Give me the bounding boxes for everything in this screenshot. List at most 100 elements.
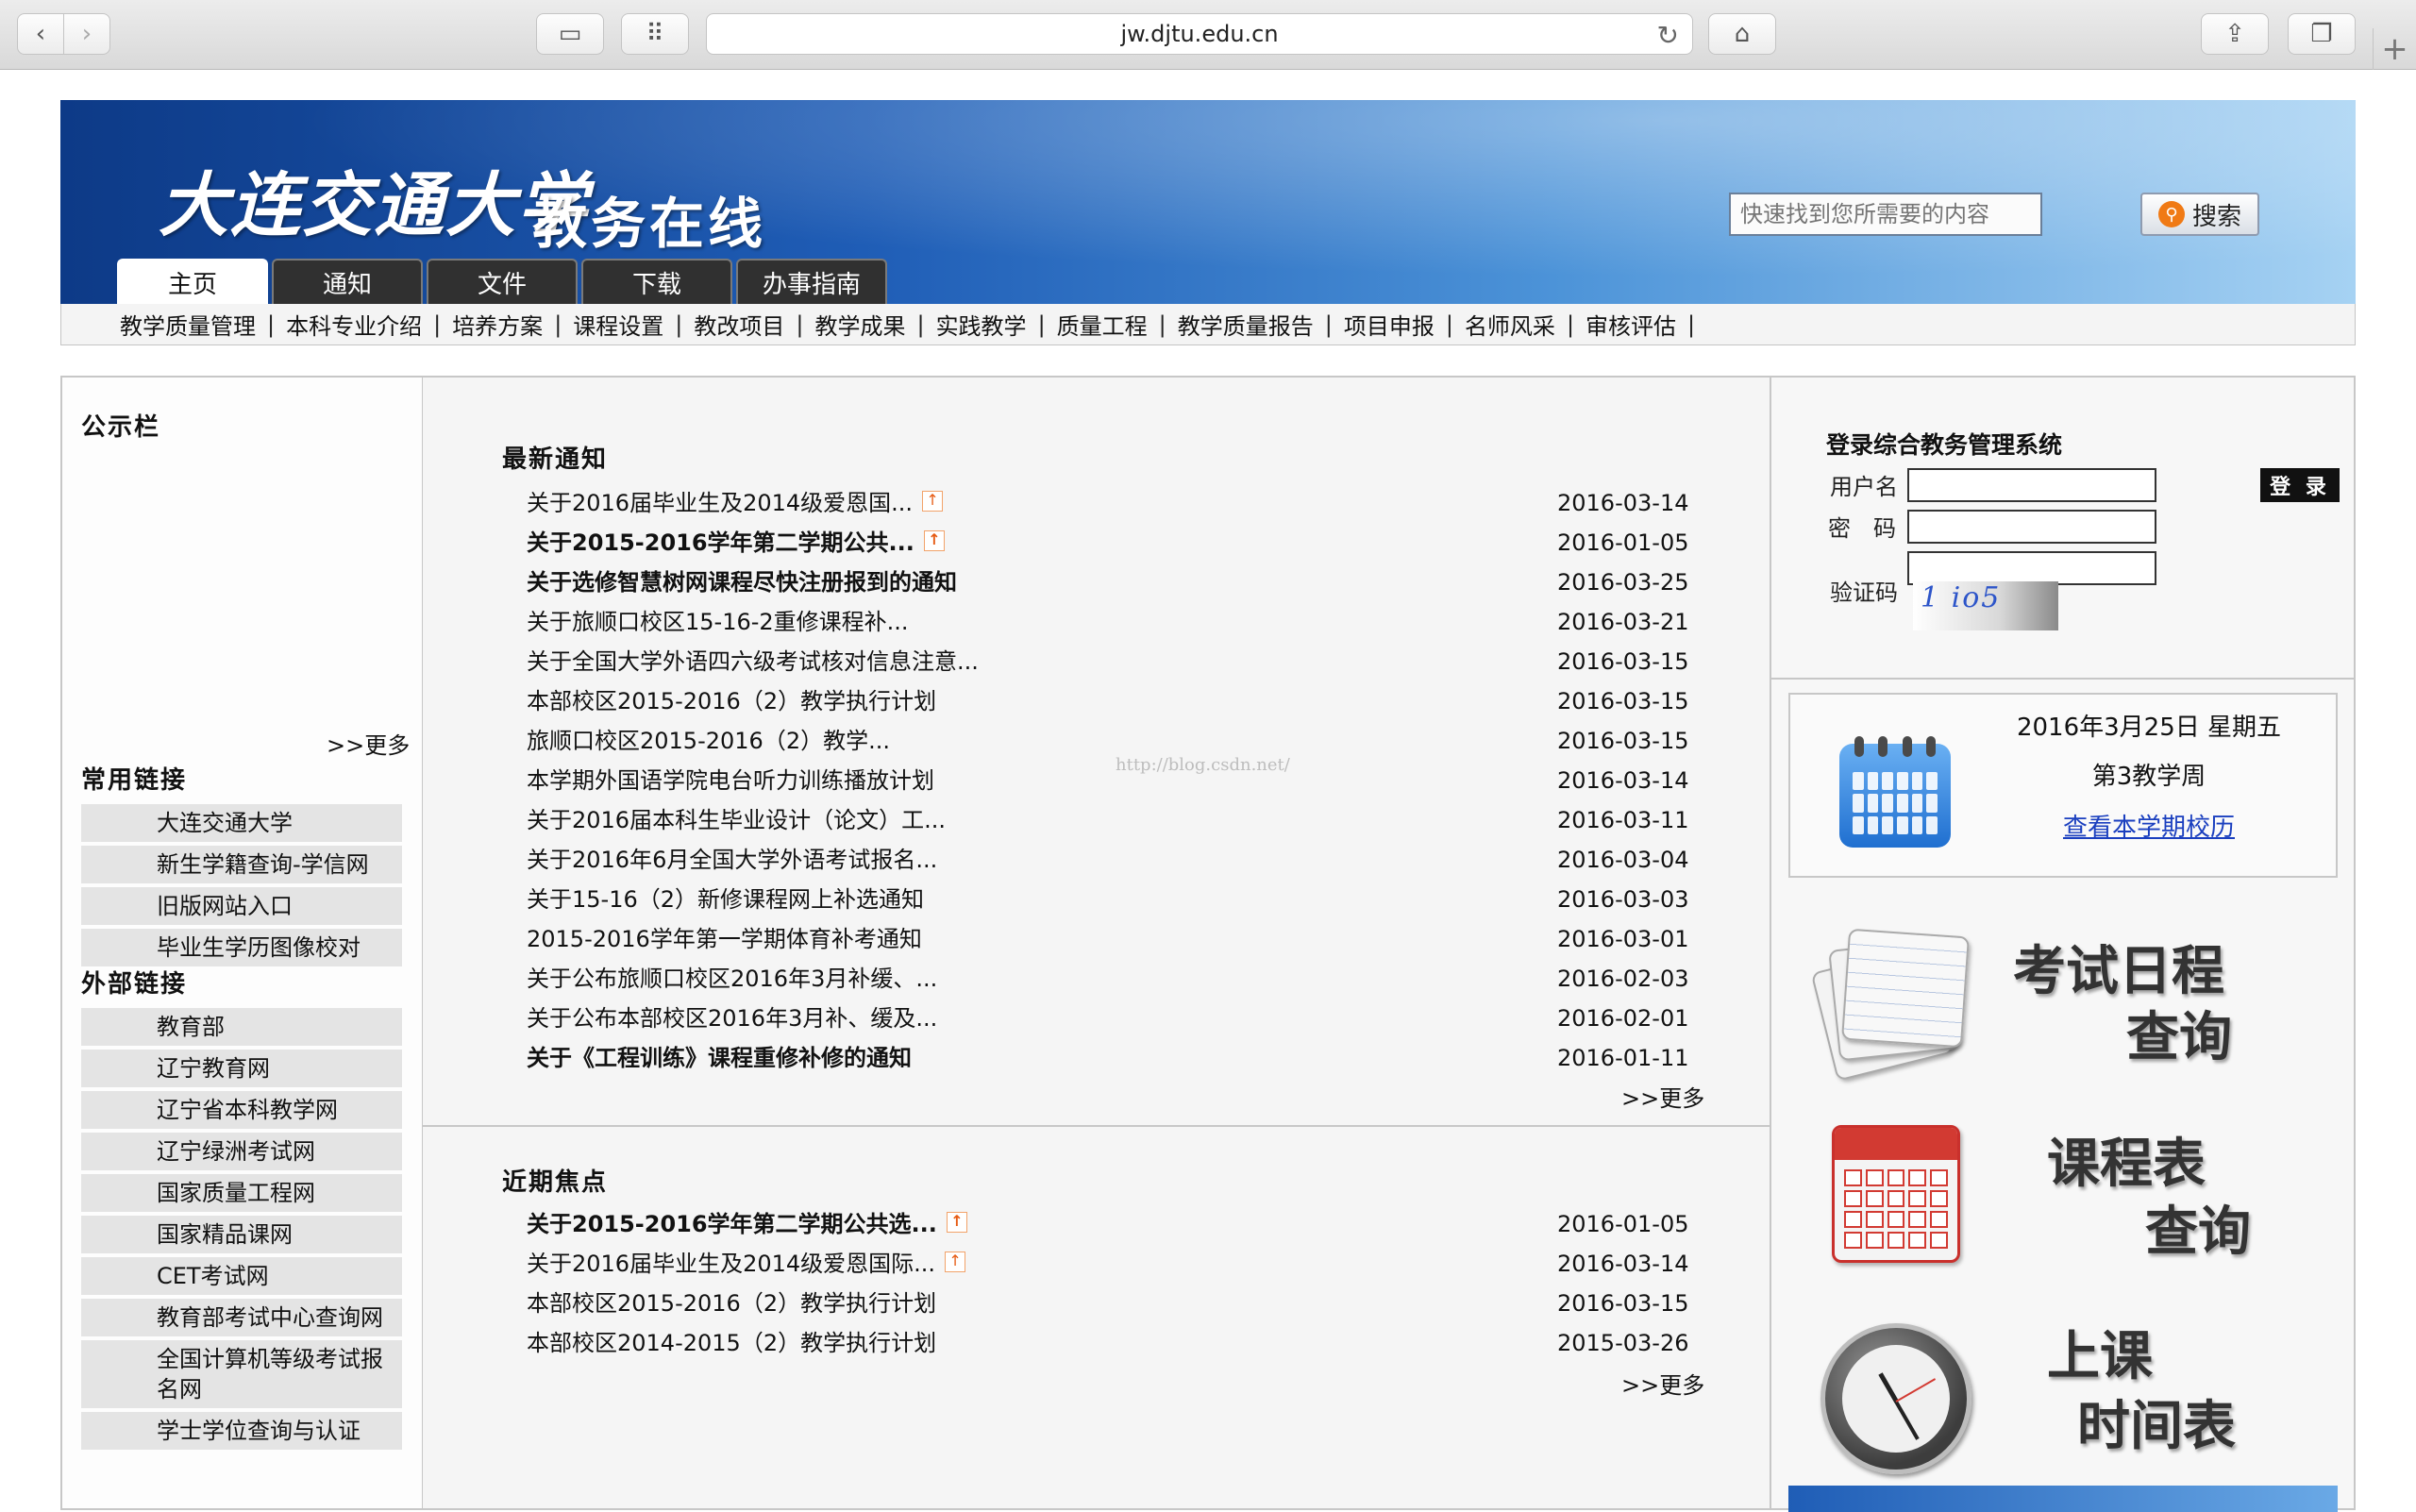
news-title[interactable]: 关于《工程训练》课程重修补修的通知 — [527, 1038, 912, 1078]
captcha-input[interactable] — [1907, 551, 2156, 585]
news-title[interactable]: 2015-2016学年第一学期体育补考通知 — [527, 919, 922, 959]
news-title[interactable]: 本部校区2015-2016（2）教学执行计划 — [527, 1284, 936, 1323]
news-title[interactable]: 旅顺口校区2015-2016（2）教学... — [527, 721, 890, 761]
news-item[interactable]: 关于公布本部校区2016年3月补、缓及... 2016-02-01 — [527, 999, 1697, 1038]
share-button[interactable]: ⇪ — [2201, 13, 2269, 55]
link-item[interactable]: 教育部考试中心查询网 — [81, 1299, 402, 1336]
show-tabs-button[interactable]: ❐ — [2288, 13, 2356, 55]
link-item[interactable]: 全国计算机等级考试报名网 — [81, 1340, 402, 1408]
link-item[interactable]: 国家质量工程网 — [81, 1174, 402, 1212]
news-item[interactable]: 关于15-16（2）新修课程网上补选通知 2016-03-03 — [527, 880, 1697, 919]
news-title[interactable]: 关于2015-2016学年第二学期公共... ↑ — [527, 523, 945, 563]
news-item[interactable]: 关于2016届本科生毕业设计（论文）工... 2016-03-11 — [527, 800, 1697, 840]
news-title[interactable]: 关于2016届本科生毕业设计（论文）工... — [527, 800, 946, 840]
news-title-text: 关于全国大学外语四六级考试核对信息注意... — [527, 648, 979, 675]
subnav-item[interactable]: 培养方案 — [441, 308, 554, 341]
news-item[interactable]: 关于全国大学外语四六级考试核对信息注意... 2016-03-15 — [527, 642, 1697, 681]
news-title[interactable]: 关于2015-2016学年第二学期公共选... ↑ — [527, 1204, 967, 1244]
news-title[interactable]: 关于全国大学外语四六级考试核对信息注意... — [527, 642, 979, 681]
subnav-item[interactable]: 教学成果 — [803, 308, 916, 341]
latest-more-link[interactable]: >>更多 — [1621, 1080, 1704, 1113]
top-sites-button[interactable]: ⠿ — [621, 13, 689, 55]
news-title[interactable]: 关于公布旅顺口校区2016年3月补缓、... — [527, 959, 937, 999]
timetable-icon — [1832, 1125, 1960, 1263]
news-item[interactable]: 本部校区2015-2016（2）教学执行计划 2016-03-15 — [527, 681, 1697, 721]
new-tab-button[interactable]: + — [2373, 28, 2416, 70]
news-item[interactable]: 关于旅顺口校区15-16-2重修课程补... 2016-03-21 — [527, 602, 1697, 642]
school-calendar-link[interactable]: 查看本学期校历 — [1970, 808, 2328, 843]
news-item[interactable]: 关于2015-2016学年第二学期公共... ↑ 2016-01-05 — [527, 523, 1697, 563]
bottom-banner[interactable] — [1788, 1486, 2338, 1512]
tab-notices[interactable]: 通知 — [272, 259, 423, 304]
captcha-image[interactable]: 1 io5 — [1913, 581, 2058, 630]
news-title[interactable]: 关于2016届毕业生及2014级爱恩国... ↑ — [527, 483, 944, 523]
link-item[interactable]: 学士学位查询与认证 — [81, 1412, 402, 1450]
back-button[interactable]: ‹ — [17, 13, 64, 55]
home-button[interactable]: ⌂ — [1708, 13, 1776, 55]
link-item[interactable]: 国家精品课网 — [81, 1216, 402, 1253]
tab-files[interactable]: 文件 — [427, 259, 578, 304]
news-title[interactable]: 关于2016届毕业生及2014级爱恩国际... ↑ — [527, 1244, 966, 1284]
forward-button[interactable]: › — [63, 13, 110, 55]
link-item[interactable]: 毕业生学历图像校对 — [81, 929, 402, 966]
username-input[interactable] — [1907, 468, 2156, 502]
news-item[interactable]: 本部校区2015-2016（2）教学执行计划 2016-03-15 — [527, 1284, 1697, 1323]
link-item[interactable]: 大连交通大学 — [81, 804, 402, 842]
news-title[interactable]: 关于2016年6月全国大学外语考试报名... — [527, 840, 937, 880]
login-button[interactable]: 登 录 — [2260, 468, 2340, 502]
news-item[interactable]: 本部校区2014-2015（2）教学执行计划 2015-03-26 — [527, 1323, 1697, 1363]
subnav-item[interactable]: 项目申报 — [1333, 308, 1446, 341]
tab-guide[interactable]: 办事指南 — [736, 259, 887, 304]
link-item[interactable]: CET考试网 — [81, 1257, 402, 1295]
news-date: 2016-03-15 — [1557, 688, 1689, 714]
sidebar-toggle-button[interactable]: ▭ — [536, 13, 604, 55]
news-item[interactable]: 本学期外国语学院电台听力训练播放计划 2016-03-14 — [527, 761, 1697, 800]
news-title[interactable]: 本部校区2015-2016（2）教学执行计划 — [527, 681, 936, 721]
news-title[interactable]: 关于选修智慧树网课程尽快注册报到的通知 — [527, 563, 957, 602]
link-item[interactable]: 旧版网站入口 — [81, 887, 402, 925]
subnav-item[interactable]: 质量工程 — [1046, 308, 1159, 341]
news-item[interactable]: 关于《工程训练》课程重修补修的通知 2016-01-11 — [527, 1038, 1697, 1078]
news-item[interactable]: 关于公布旅顺口校区2016年3月补缓、... 2016-02-03 — [527, 959, 1697, 999]
news-title[interactable]: 关于旅顺口校区15-16-2重修课程补... — [527, 602, 909, 642]
subnav-item[interactable]: 教学质量管理 — [109, 308, 267, 341]
link-item[interactable]: 新生学籍查询-学信网 — [81, 846, 402, 883]
new-badge-icon: ↑ — [923, 530, 945, 551]
address-bar[interactable]: jw.djtu.edu.cn ↻ — [706, 13, 1693, 55]
news-item[interactable]: 2015-2016学年第一学期体育补考通知 2016-03-01 — [527, 919, 1697, 959]
link-item[interactable]: 辽宁绿洲考试网 — [81, 1133, 402, 1170]
news-title[interactable]: 关于15-16（2）新修课程网上补选通知 — [527, 880, 924, 919]
subnav-item[interactable]: 课程设置 — [562, 308, 675, 341]
link-item[interactable]: 教育部 — [81, 1008, 402, 1046]
link-item[interactable]: 辽宁教育网 — [81, 1050, 402, 1087]
focus-more-link[interactable]: >>更多 — [1621, 1367, 1704, 1400]
tab-home[interactable]: 主页 — [117, 259, 268, 304]
reload-icon[interactable]: ↻ — [1657, 20, 1679, 51]
timetable-link[interactable]: 课程表 查询 — [1788, 1106, 2338, 1291]
news-title[interactable]: 本学期外国语学院电台听力训练播放计划 — [527, 761, 934, 800]
subnav-item[interactable]: 实践教学 — [925, 308, 1038, 341]
password-input[interactable] — [1907, 510, 2156, 544]
news-item[interactable]: 关于2016届毕业生及2014级爱恩国际... ↑ 2016-03-14 — [527, 1244, 1697, 1284]
search-button[interactable]: ⚲ 搜索 — [2140, 193, 2259, 236]
subnav-item[interactable]: 教改项目 — [682, 308, 796, 341]
class-time-link[interactable]: 上课 时间表 — [1788, 1304, 2338, 1489]
search-input[interactable] — [1729, 193, 2042, 236]
bulletin-more-link[interactable]: >>更多 — [327, 727, 410, 760]
news-item[interactable]: 关于选修智慧树网课程尽快注册报到的通知 2016-03-25 — [527, 563, 1697, 602]
subnav-item[interactable]: 审核评估 — [1574, 308, 1687, 341]
news-item[interactable]: 关于2016届毕业生及2014级爱恩国... ↑ 2016-03-14 — [527, 483, 1697, 523]
tab-downloads[interactable]: 下载 — [581, 259, 732, 304]
subnav-item[interactable]: 本科专业介绍 — [275, 308, 433, 341]
subnav-item[interactable]: 名师风采 — [1453, 308, 1567, 341]
news-title-text: 旅顺口校区2015-2016（2）教学... — [527, 728, 890, 754]
news-date: 2016-03-14 — [1557, 1251, 1689, 1277]
news-title[interactable]: 关于公布本部校区2016年3月补、缓及... — [527, 999, 937, 1038]
subnav-item[interactable]: 教学质量报告 — [1166, 308, 1325, 341]
news-item[interactable]: 旅顺口校区2015-2016（2）教学... 2016-03-15 — [527, 721, 1697, 761]
exam-schedule-link[interactable]: 考试日程 查询 — [1788, 912, 2338, 1097]
news-item[interactable]: 关于2016年6月全国大学外语考试报名... 2016-03-04 — [527, 840, 1697, 880]
news-title[interactable]: 本部校区2014-2015（2）教学执行计划 — [527, 1323, 936, 1363]
news-item[interactable]: 关于2015-2016学年第二学期公共选... ↑ 2016-01-05 — [527, 1204, 1697, 1244]
link-item[interactable]: 辽宁省本科教学网 — [81, 1091, 402, 1129]
